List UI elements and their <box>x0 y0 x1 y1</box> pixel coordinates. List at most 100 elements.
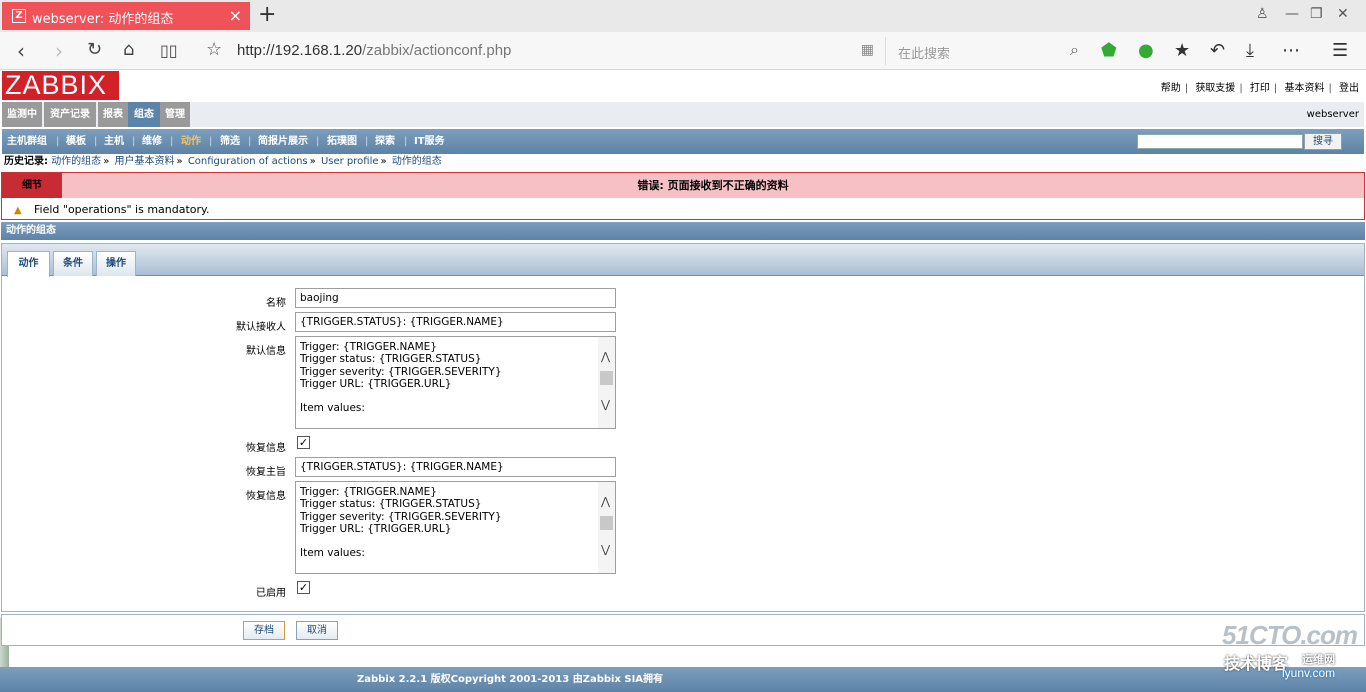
minimize-icon[interactable]: — <box>1285 6 1299 22</box>
default-message-label: 默认信息 <box>246 346 286 357</box>
menu-configuration[interactable]: 组态 <box>128 102 160 127</box>
submenu-maps[interactable]: 拓璞图 <box>327 129 357 154</box>
menu-inventory[interactable]: 资产记录 <box>44 102 96 127</box>
action-form: 动作 条件 操作 名称 baojing 默认接收人 {TRIGGER.STATU… <box>1 243 1365 612</box>
new-tab-icon[interactable]: + <box>258 2 276 27</box>
scroll-thumb[interactable] <box>600 516 613 530</box>
sub-menu: 主机群组 | 模板 | 主机 | 维修 | 动作 | 筛选 | 简报片展示 | … <box>2 129 1364 154</box>
zabbix-favicon-icon: Z <box>12 9 26 23</box>
copyright-text: Zabbix 2.2.1 版权Copyright 2001-2013 由Zabb… <box>357 674 664 685</box>
recovery-message-textarea[interactable]: Trigger: {TRIGGER.NAME} Trigger status: … <box>295 481 616 574</box>
top-search-input[interactable] <box>1137 134 1303 149</box>
submenu-hosts[interactable]: 主机 <box>104 129 124 154</box>
restore-icon[interactable]: ❐ <box>1310 6 1323 22</box>
scroll-up-icon[interactable]: ⋀ <box>601 495 610 508</box>
menu-monitoring[interactable]: 监测中 <box>2 102 42 127</box>
reload-icon[interactable]: ↻ <box>87 39 102 60</box>
menu-icon[interactable]: ☰ <box>1332 40 1348 61</box>
logout-link[interactable]: 登出 <box>1339 83 1359 94</box>
error-box: 细节 错误: 页面接收到不正确的资料 ▲ Field "operations" i… <box>1 172 1365 220</box>
search-icon[interactable]: ⌕ <box>1070 40 1079 60</box>
address-bar[interactable]: ☆ http://192.168.1.20/zabbix/actionconf.… <box>200 37 886 65</box>
download-icon[interactable]: ⤓ <box>1246 40 1254 61</box>
scroll-down-icon[interactable]: ⋁ <box>601 398 610 411</box>
qr-code-icon[interactable]: ▦ <box>861 42 874 58</box>
recovery-message-checkbox[interactable]: ✓ <box>297 436 310 449</box>
close-tab-icon[interactable]: × <box>229 6 242 25</box>
android-icon[interactable]: ⬟ <box>1101 40 1117 61</box>
close-window-icon[interactable]: ✕ <box>1337 6 1349 22</box>
browser-tab-bar: Z webserver: 动作的组态 × + ♙ — ❐ ✕ <box>0 0 1366 32</box>
scroll-up-icon[interactable]: ⋀ <box>601 350 610 363</box>
error-title: 错误: 页面接收到不正确的资料 <box>637 179 789 192</box>
tab-conditions[interactable]: 条件 <box>53 251 93 276</box>
menu-administration[interactable]: 管理 <box>160 102 190 127</box>
textarea-scrollbar[interactable]: ⋀ ⋁ <box>598 482 615 573</box>
support-link[interactable]: 获取支援 <box>1195 83 1235 94</box>
user-icon[interactable]: ♙ <box>1256 6 1269 22</box>
recovery-text-label: 恢复信息 <box>246 491 286 502</box>
watermark: 51CTO.com 技术博客 iyunv.com 运维网 <box>1222 620 1362 690</box>
submenu-screens[interactable]: 筛选 <box>220 129 240 154</box>
error-header: 细节 错误: 页面接收到不正确的资料 <box>2 173 1364 198</box>
help-link[interactable]: 帮助 <box>1161 83 1181 94</box>
tab-title: webserver: 动作的组态 <box>32 12 174 27</box>
default-message-textarea[interactable]: Trigger: {TRIGGER.NAME} Trigger status: … <box>295 336 616 429</box>
wechat-icon[interactable]: ● <box>1138 40 1154 61</box>
watermark-site: iyunv.com <box>1282 666 1336 680</box>
submenu-discovery[interactable]: 探索 <box>375 129 395 154</box>
browser-toolbar: ‹ › ↻ ⌂ ▯▯ ☆ http://192.168.1.20/zabbix/… <box>0 32 1366 70</box>
history-item[interactable]: 动作的组态 <box>392 156 442 167</box>
print-link[interactable]: 打印 <box>1250 83 1270 94</box>
history-item[interactable]: 用户基本资料 <box>115 156 175 167</box>
form-tabs: 动作 条件 操作 <box>2 244 1364 277</box>
footer: Zabbix 2.2.1 版权Copyright 2001-2013 由Zabb… <box>0 667 1366 692</box>
save-button[interactable]: 存档 <box>243 621 285 640</box>
textarea-scrollbar[interactable]: ⋀ ⋁ <box>598 337 615 428</box>
watermark-brand: 51CTO.com <box>1222 620 1358 650</box>
top-search-button[interactable]: 搜寻 <box>1304 133 1342 150</box>
favorites-star-icon[interactable]: ★ <box>1174 40 1190 61</box>
history-item[interactable]: User profile <box>321 156 379 167</box>
breadcrumb: 历史记录: 动作的组态» 用户基本资料» Configuration of ac… <box>4 156 442 167</box>
browser-tab[interactable]: Z webserver: 动作的组态 × <box>2 2 250 30</box>
scroll-down-icon[interactable]: ⋁ <box>601 543 610 556</box>
history-item[interactable]: Configuration of actions <box>188 156 308 167</box>
server-name: webserver <box>1306 109 1359 120</box>
undo-icon[interactable]: ↶ <box>1210 40 1225 61</box>
browser-search-box[interactable]: 在此搜索 ⌕ <box>885 37 1085 65</box>
submenu-maintenance[interactable]: 维修 <box>142 129 162 154</box>
history-item[interactable]: 动作的组态 <box>51 156 101 167</box>
name-label: 名称 <box>266 298 286 309</box>
home-icon[interactable]: ⌂ <box>123 39 134 60</box>
recovery-message-label: 恢复信息 <box>246 443 286 454</box>
submenu-it-services[interactable]: IT服务 <box>414 129 445 154</box>
default-subject-input[interactable]: {TRIGGER.STATUS}: {TRIGGER.NAME} <box>295 312 616 332</box>
menu-reports[interactable]: 报表 <box>98 102 128 127</box>
watermark-badge: 运维网 <box>1302 654 1335 666</box>
submenu-slides[interactable]: 简报片展示 <box>258 129 308 154</box>
search-placeholder: 在此搜索 <box>898 47 951 62</box>
form-buttons-bar: 存档 取消 <box>1 614 1365 646</box>
enabled-checkbox[interactable]: ✓ <box>297 581 310 594</box>
forward-icon[interactable]: › <box>55 39 63 63</box>
submenu-actions[interactable]: 动作 <box>181 129 201 154</box>
main-menu: 监测中 资产记录 报表 组态 管理 webserver <box>2 102 1364 127</box>
error-details-button[interactable]: 细节 <box>2 173 62 198</box>
name-input[interactable]: baojing <box>295 288 616 308</box>
submenu-templates[interactable]: 模板 <box>66 129 86 154</box>
profile-link[interactable]: 基本资料 <box>1284 83 1324 94</box>
history-label: 历史记录: <box>4 156 48 167</box>
tab-operations[interactable]: 操作 <box>96 251 136 276</box>
back-icon[interactable]: ‹ <box>17 39 25 63</box>
tab-action[interactable]: 动作 <box>7 251 50 277</box>
reader-icon[interactable]: ▯▯ <box>160 41 178 60</box>
recovery-subject-input[interactable]: {TRIGGER.STATUS}: {TRIGGER.NAME} <box>295 457 616 477</box>
form-title: 动作的组态 <box>1 222 1365 240</box>
bookmark-star-icon[interactable]: ☆ <box>206 39 222 60</box>
scroll-thumb[interactable] <box>600 371 613 385</box>
zabbix-logo[interactable]: ZABBIX <box>2 71 119 100</box>
cancel-button[interactable]: 取消 <box>296 621 338 640</box>
submenu-host-groups[interactable]: 主机群组 <box>7 129 47 154</box>
more-icon[interactable]: ⋯ <box>1282 40 1300 61</box>
